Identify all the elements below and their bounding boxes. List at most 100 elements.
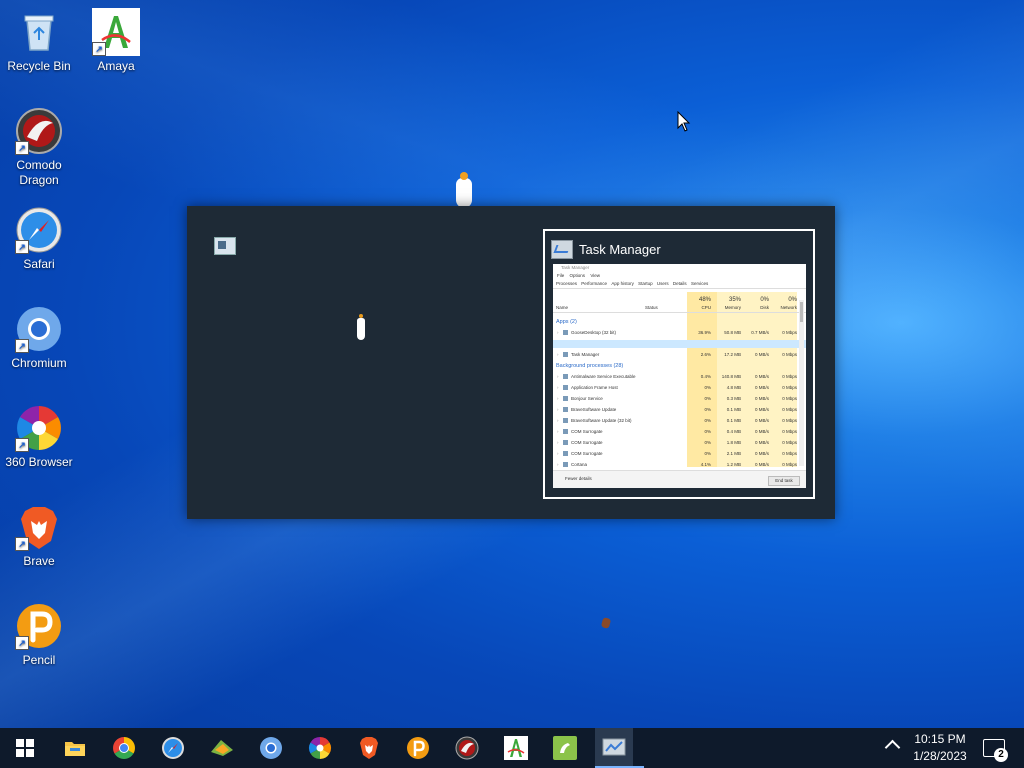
taskbar-360-browser[interactable] [295,728,344,768]
tm-footer: Fewer details End task [553,470,806,488]
shortcut-arrow-icon: ↗ [92,42,106,56]
desktop-icon-pencil[interactable]: ↗ Pencil [0,602,78,668]
taskbar-chromium[interactable] [246,728,295,768]
tab-processes: Processes [556,281,578,286]
mem-pct: 35% [728,297,741,303]
desktop-icon-label: Comodo Dragon [16,158,62,187]
shortcut-arrow-icon: ↗ [15,537,29,551]
desktop-icon-label: Chromium [11,356,67,370]
taskbar-amaya[interactable] [491,728,540,768]
desktop-icon-brave[interactable]: ↗ Brave [0,503,78,569]
process-network: 0 Mbps [782,374,797,379]
process-disk: 0 MB/s [754,396,769,401]
process-name: COM Surrogate [571,451,603,456]
process-cpu: 2.6% [700,352,711,357]
col-memory: Memory [724,305,741,310]
process-memory: 2.1 MB [726,451,741,456]
show-hidden-icons-chevron-icon[interactable] [884,739,901,756]
cpu-pct: 48% [698,297,711,303]
desktop-icon-amaya[interactable]: ↗ Amaya [77,8,155,74]
taskbar-pidgin[interactable] [197,728,246,768]
taskbar-comodo-dragon[interactable] [442,728,491,768]
brave-icon [359,737,378,759]
clock-date[interactable]: 1/28/2023 [905,749,975,763]
clock-time[interactable]: 10:15 PM [905,732,975,746]
desktop-icon-label: Recycle Bin [7,59,71,73]
process-cpu: 36.9% [698,330,711,335]
desktop-icon-label: 360 Browser [5,455,73,469]
background-group-header: Background processes (28) [556,363,624,369]
taskbar-task-manager[interactable] [595,728,644,768]
desktop-icon-label: Safari [23,257,55,271]
desktop-icon-recycle-bin[interactable]: Recycle Bin [0,8,78,74]
process-row: › COM Surrogate 0% 1.8 MB 0 MB/s 0 Mbps [557,440,797,445]
process-network: 0 Mbps [782,407,797,412]
process-name: Antimalware Service Executable [571,374,636,379]
desktop-icon-comodo-dragon[interactable]: ↗ Comodo Dragon [0,107,78,188]
recycle-bin-icon [15,8,63,56]
tab-app-history: App history [611,281,634,286]
taskbar-pencil[interactable] [393,728,442,768]
taskbar-safari[interactable] [148,728,197,768]
col-cpu: CPU [701,305,711,310]
desktop-icon-safari[interactable]: ↗ Safari [0,206,78,272]
process-name: Task Manager [571,352,600,357]
process-row: › Bonjour Service 0% 0.3 MB 0 MB/s 0 Mbps [557,396,797,401]
shortcut-arrow-icon: ↗ [15,438,29,452]
col-status: Status [645,305,658,310]
desktop-window-icon[interactable] [214,237,236,255]
start-button[interactable] [0,728,49,768]
process-disk: 0 MB/s [754,429,769,434]
process-disk: 0 MB/s [754,407,769,412]
process-disk: 0 MB/s [754,451,769,456]
tm-menu: File Options View [553,272,806,280]
process-memory: 0.1 MB [726,418,741,423]
task-manager-window-thumbnail[interactable]: Task Manager Task Manager File Options V… [543,229,815,499]
taskbar-goose-desktop[interactable] [540,728,589,768]
taskbar: 10:15 PM 1/28/2023 2 [0,728,1024,768]
process-network: 0 Mbps [782,418,797,423]
desktop-icon-chromium[interactable]: ↗ Chromium [0,305,78,371]
process-cpu: 0% [704,429,711,434]
menu-options: Options [569,273,586,278]
process-memory: 0.3 MB [726,396,741,401]
process-network: 0 Mbps [782,330,797,335]
taskbar-brave[interactable] [344,728,393,768]
tm-header-row: Name Status CPU Memory Disk Network [553,304,806,313]
disk-pct: 0% [760,297,769,303]
shortcut-arrow-icon: ↗ [15,339,29,353]
net-pct: 0% [788,297,797,303]
taskbar-file-explorer[interactable] [50,728,99,768]
process-cpu: 4.1% [700,462,711,467]
process-cpu: 0% [704,396,711,401]
process-row: › Application Frame Host 0% 4.8 MB 0 MB/s 0 M… [557,385,797,390]
process-disk: 0 MB/s [754,462,769,467]
process-memory: 50.8 MB [724,330,741,335]
process-name: GooseDesktop (32 bit) [571,330,617,335]
process-network: 0 Mbps [782,462,797,467]
amaya-icon [503,736,528,760]
process-memory: 0.4 MB [726,429,741,434]
process-cpu: 0% [704,451,711,456]
end-task-button: End task [768,476,800,486]
tm-tabs: Processes Performance App history Startu… [553,280,806,289]
process-name: COM Surrogate [571,429,603,434]
desktop-icon-label: Brave [23,554,55,568]
process-network: 0 Mbps [782,440,797,445]
process-memory: 140.8 MB [721,374,741,379]
process-row: › COM Surrogate 0% 2.1 MB 0 MB/s 0 Mbps [557,451,797,456]
process-cpu: 0% [704,385,711,390]
desktop-icon-360-browser[interactable]: ↗ 360 Browser [0,404,78,470]
process-row: › BraveSoftware Update 0% 0.1 MB 0 MB/s 0 Mbp… [557,407,797,412]
pencil-icon [406,737,429,759]
process-name: Cortana [571,462,588,467]
tm-title: Task Manager [561,265,590,270]
taskbar-chrome[interactable] [99,728,148,768]
process-memory: 0.1 MB [726,407,741,412]
process-row: › Task Manager 2.6% 17.2 MB 0 MB/s 0 Mbps [557,352,797,357]
mouse-cursor-icon [677,111,691,132]
process-name: Bonjour Service [571,396,603,401]
brave-icon: ↗ [15,503,63,551]
chrome-icon [112,737,135,759]
process-row: › COM Surrogate 0% 0.4 MB 0 MB/s 0 Mbps [557,429,797,434]
